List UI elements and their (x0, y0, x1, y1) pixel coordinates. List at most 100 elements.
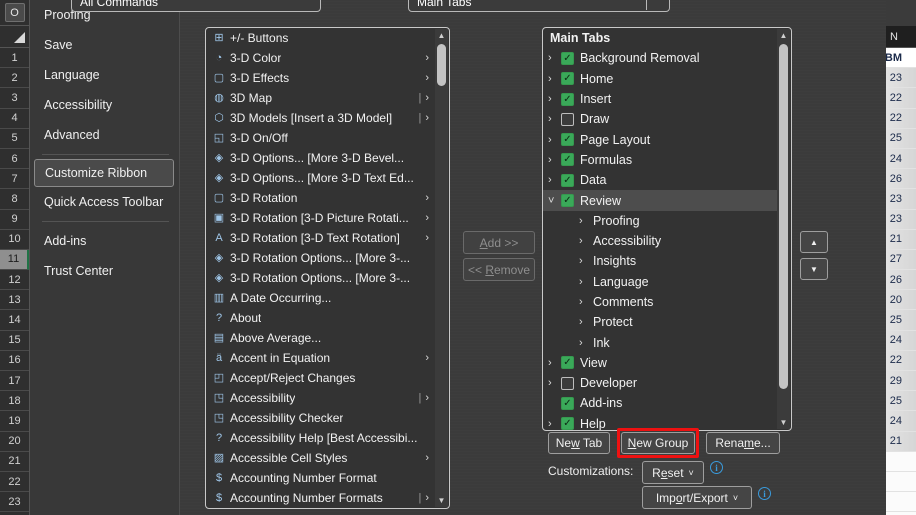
tree-item-data[interactable]: ›✓Data (543, 170, 777, 190)
chevron-right-icon[interactable]: › (548, 134, 561, 146)
checkbox-checked[interactable]: ✓ (561, 72, 574, 85)
command-list-item[interactable]: ◳Accessibility Checker (206, 408, 435, 428)
customize-ribbon-combo[interactable]: Main Tabs (408, 0, 670, 12)
command-list-item[interactable]: ◈3-D Options... [More 3-D Text Ed... (206, 168, 435, 188)
command-list-item[interactable]: ▢3-D Rotation› (206, 188, 435, 208)
move-down-button[interactable]: ▼ (800, 258, 828, 280)
chevron-right-icon[interactable]: › (425, 352, 429, 364)
add-button[interactable]: Add >> (463, 231, 535, 254)
chevron-right-icon[interactable]: › (548, 52, 561, 64)
command-list-item[interactable]: ◈3-D Rotation Options... [More 3-... (206, 268, 435, 288)
chevron-right-icon[interactable]: › (579, 316, 593, 328)
chevron-right-icon[interactable]: › (425, 112, 429, 124)
row-header-cell[interactable]: 11 (0, 250, 29, 270)
command-list-item[interactable]: ▢3-D Effects› (206, 68, 435, 88)
command-list-item[interactable]: $Accounting Number Format (206, 468, 435, 488)
row-header-cell[interactable]: 6 (0, 149, 29, 169)
chevron-right-icon[interactable]: › (425, 232, 429, 244)
chevron-right-icon[interactable]: › (548, 73, 561, 85)
command-list-item[interactable]: ◱3-D On/Off (206, 128, 435, 148)
command-list-item[interactable]: ◰Accept/Reject Changes (206, 368, 435, 388)
chevron-right-icon[interactable]: › (425, 192, 429, 204)
tree-item-formulas[interactable]: ›✓Formulas (543, 150, 777, 170)
command-list-item[interactable]: ◳Accessibility|› (206, 388, 435, 408)
row-header-cell[interactable]: 17 (0, 371, 29, 391)
row-header-cell[interactable]: 23 (0, 492, 29, 512)
checkbox-unchecked[interactable] (561, 377, 574, 390)
chevron-right-icon[interactable]: › (548, 418, 561, 430)
remove-button[interactable]: << Remove (463, 258, 535, 281)
row-header-cell[interactable]: 16 (0, 351, 29, 371)
select-all-corner[interactable] (0, 26, 29, 48)
chevron-right-icon[interactable]: › (425, 72, 429, 84)
chevron-right-icon[interactable]: › (548, 113, 561, 125)
maintabs-scrollbar[interactable]: ▲ ▼ (777, 29, 790, 429)
nav-item-quick-access-toolbar[interactable]: Quick Access Toolbar (30, 187, 179, 217)
nav-item-customize-ribbon[interactable]: Customize Ribbon (34, 159, 174, 187)
commands-scrollbar[interactable]: ▲ ▼ (435, 29, 448, 507)
row-header-cell[interactable]: 3 (0, 88, 29, 108)
command-list-item[interactable]: ▥A Date Occurring... (206, 288, 435, 308)
nav-item-language[interactable]: Language (30, 60, 179, 90)
chevron-right-icon[interactable]: › (548, 154, 561, 166)
tree-item-developer[interactable]: ›Developer (543, 373, 777, 393)
tree-item-background-removal[interactable]: ›✓Background Removal (543, 48, 777, 68)
tree-item-insert[interactable]: ›✓Insert (543, 89, 777, 109)
tree-item-view[interactable]: ›✓View (543, 353, 777, 373)
row-header-cell[interactable]: 21 (0, 452, 29, 472)
row-header-cell[interactable]: 14 (0, 310, 29, 330)
chevron-right-icon[interactable]: › (425, 492, 429, 504)
chevron-right-icon[interactable]: › (579, 255, 593, 267)
new-group-button[interactable]: New Group (621, 432, 695, 454)
tree-item-language[interactable]: ›Language (543, 272, 777, 292)
row-header-cell[interactable]: 18 (0, 391, 29, 411)
row-header-cell[interactable]: 8 (0, 189, 29, 209)
tree-item-draw[interactable]: ›Draw (543, 109, 777, 129)
chevron-right-icon[interactable]: › (579, 276, 593, 288)
new-tab-button[interactable]: New Tab (548, 432, 610, 454)
tree-item-page-layout[interactable]: ›✓Page Layout (543, 129, 777, 149)
scroll-up-icon[interactable]: ▲ (777, 29, 790, 42)
checkbox-checked[interactable]: ✓ (561, 174, 574, 187)
row-header-cell[interactable]: 22 (0, 472, 29, 492)
checkbox-checked[interactable]: ✓ (561, 93, 574, 106)
tree-item-help[interactable]: ›✓Help (543, 414, 777, 430)
chevron-right-icon[interactable]: › (579, 235, 593, 247)
chevron-right-icon[interactable]: › (579, 215, 593, 227)
checkbox-checked[interactable]: ✓ (561, 397, 574, 410)
row-header-cell[interactable]: 13 (0, 290, 29, 310)
row-header-cell[interactable]: 4 (0, 109, 29, 129)
choose-commands-from-combo[interactable]: All Commands (71, 0, 321, 12)
command-list-item[interactable]: ▣3-D Rotation [3-D Picture Rotati...› (206, 208, 435, 228)
command-list-item[interactable]: ◈3-D Options... [More 3-D Bevel... (206, 148, 435, 168)
name-box[interactable]: O (0, 0, 29, 26)
chevron-right-icon[interactable]: › (425, 392, 429, 404)
chevron-right-icon[interactable]: › (425, 92, 429, 104)
chevron-right-icon[interactable]: › (579, 296, 593, 308)
row-header-cell[interactable]: 9 (0, 210, 29, 230)
row-header-cell[interactable]: 1 (0, 48, 29, 68)
checkbox-checked[interactable]: ✓ (561, 153, 574, 166)
tree-item-home[interactable]: ›✓Home (543, 69, 777, 89)
nav-item-trust-center[interactable]: Trust Center (30, 256, 179, 286)
command-list-item[interactable]: ▨Accessible Cell Styles› (206, 448, 435, 468)
tree-item-review[interactable]: ˅✓Review (543, 190, 777, 210)
row-header-cell[interactable]: 7 (0, 169, 29, 189)
chevron-right-icon[interactable]: › (548, 377, 561, 389)
row-header-cell[interactable]: 20 (0, 432, 29, 452)
scroll-up-icon[interactable]: ▲ (435, 29, 448, 42)
chevron-right-icon[interactable]: › (425, 212, 429, 224)
command-list-item[interactable]: ⊞+/- Buttons (206, 28, 435, 48)
chevron-right-icon[interactable]: › (425, 452, 429, 464)
chevron-right-icon[interactable]: › (548, 357, 561, 369)
command-list-item[interactable]: ⬡3D Models [Insert a 3D Model]|› (206, 108, 435, 128)
commands-scroll-track[interactable] (435, 42, 448, 494)
command-list-item[interactable]: ◈3-D Rotation Options... [More 3-... (206, 248, 435, 268)
row-header-cell[interactable]: 10 (0, 230, 29, 250)
scroll-down-icon[interactable]: ▼ (435, 494, 448, 507)
command-list-item[interactable]: ?About (206, 308, 435, 328)
command-list-item[interactable]: ◍3D Map|› (206, 88, 435, 108)
chevron-right-icon[interactable]: › (425, 52, 429, 64)
row-header-cell[interactable]: 5 (0, 129, 29, 149)
import-export-button[interactable]: Import/Export ˅ (642, 486, 752, 509)
